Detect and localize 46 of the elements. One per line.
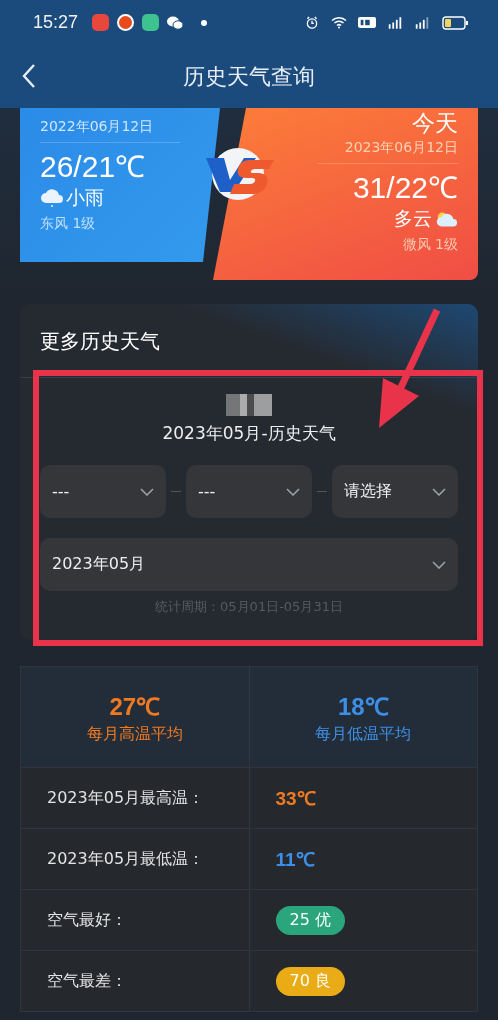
app-icon: [142, 14, 160, 31]
dropdown[interactable]: ---: [186, 465, 312, 518]
stat-label: 2023年05月最高温：: [47, 787, 205, 809]
wifi-icon: [331, 16, 347, 29]
weather-text: 小雨: [66, 185, 104, 210]
back-icon[interactable]: [22, 63, 36, 89]
rain-cloud-icon: [40, 188, 64, 208]
notification-dot: [201, 19, 208, 26]
wind-text: 微风 1级: [402, 236, 458, 254]
today-label: 今天: [412, 109, 458, 138]
status-time: 15:27: [33, 12, 79, 33]
temperature-text: 31/22℃: [352, 170, 458, 206]
air-quality-badge: 70 良: [275, 966, 345, 996]
page-title: 历史天气查询: [183, 62, 315, 91]
chat-bubbles-icon: [167, 15, 184, 30]
signal-icon: [387, 16, 403, 29]
month-dropdown[interactable]: 2023年05月: [40, 538, 458, 591]
section-title: 更多历史天气: [39, 328, 161, 353]
stat-value: 33℃: [275, 787, 316, 811]
average-label: 每月低温平均: [315, 724, 412, 745]
battery-icon: [442, 15, 468, 30]
average-label: 每月高温平均: [86, 724, 183, 745]
dropdown[interactable]: 请选择: [332, 465, 458, 518]
section-subtitle: 2023年05月-历史天气: [162, 422, 336, 445]
app-icon: [117, 14, 135, 31]
dropdown[interactable]: ---: [40, 465, 166, 518]
average-temperature: 27℃: [109, 692, 161, 722]
chevron-down-icon: [286, 487, 300, 496]
stat-label: 空气最差：: [47, 970, 127, 992]
average-temperature: 18℃: [337, 692, 389, 722]
stat-label: 空气最好：: [47, 909, 127, 931]
chevron-down-icon: [432, 487, 446, 496]
signal-icon: [414, 16, 430, 29]
temperature-text: 26/21℃: [40, 149, 146, 185]
chevron-down-icon: [140, 487, 154, 496]
app-icon: [92, 14, 110, 31]
chevron-down-icon: [432, 560, 446, 569]
alarm-icon: [304, 16, 320, 29]
air-quality-badge: 25 优: [275, 905, 345, 935]
stat-value: 11℃: [275, 848, 315, 872]
stat-label: 2023年05月最低温：: [47, 848, 205, 870]
wind-text: 东风 1级: [40, 215, 96, 233]
date-text: 2023年06月12日: [344, 139, 458, 157]
pixelated-block: [226, 394, 272, 416]
date-text: 2022年06月12日: [40, 118, 154, 136]
weather-text: 多云: [394, 206, 432, 231]
